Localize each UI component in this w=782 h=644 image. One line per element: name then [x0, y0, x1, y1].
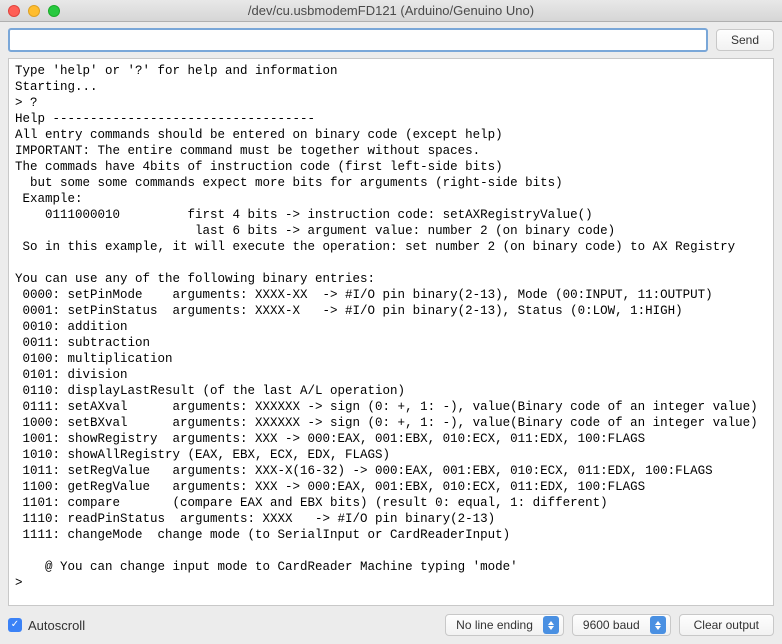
line-ending-value: No line ending — [456, 618, 533, 632]
minimize-icon[interactable] — [28, 5, 40, 17]
window-title: /dev/cu.usbmodemFD121 (Arduino/Genuino U… — [0, 3, 782, 18]
serial-output[interactable]: Type 'help' or '?' for help and informat… — [8, 58, 774, 606]
bottombar: ✓ Autoscroll No line ending 9600 baud Cl… — [0, 606, 782, 644]
baud-value: 9600 baud — [583, 618, 640, 632]
send-button[interactable]: Send — [716, 29, 774, 51]
baud-select[interactable]: 9600 baud — [572, 614, 671, 636]
check-icon: ✓ — [8, 618, 22, 632]
updown-icon — [543, 616, 559, 634]
close-icon[interactable] — [8, 5, 20, 17]
toolbar: Send — [0, 22, 782, 58]
updown-icon — [650, 616, 666, 634]
serial-input[interactable] — [8, 28, 708, 52]
autoscroll-checkbox[interactable]: ✓ Autoscroll — [8, 618, 85, 633]
traffic-lights — [8, 5, 60, 17]
clear-output-button[interactable]: Clear output — [679, 614, 774, 636]
maximize-icon[interactable] — [48, 5, 60, 17]
autoscroll-label: Autoscroll — [28, 618, 85, 633]
titlebar: /dev/cu.usbmodemFD121 (Arduino/Genuino U… — [0, 0, 782, 22]
line-ending-select[interactable]: No line ending — [445, 614, 564, 636]
console-text: Type 'help' or '?' for help and informat… — [15, 63, 767, 591]
